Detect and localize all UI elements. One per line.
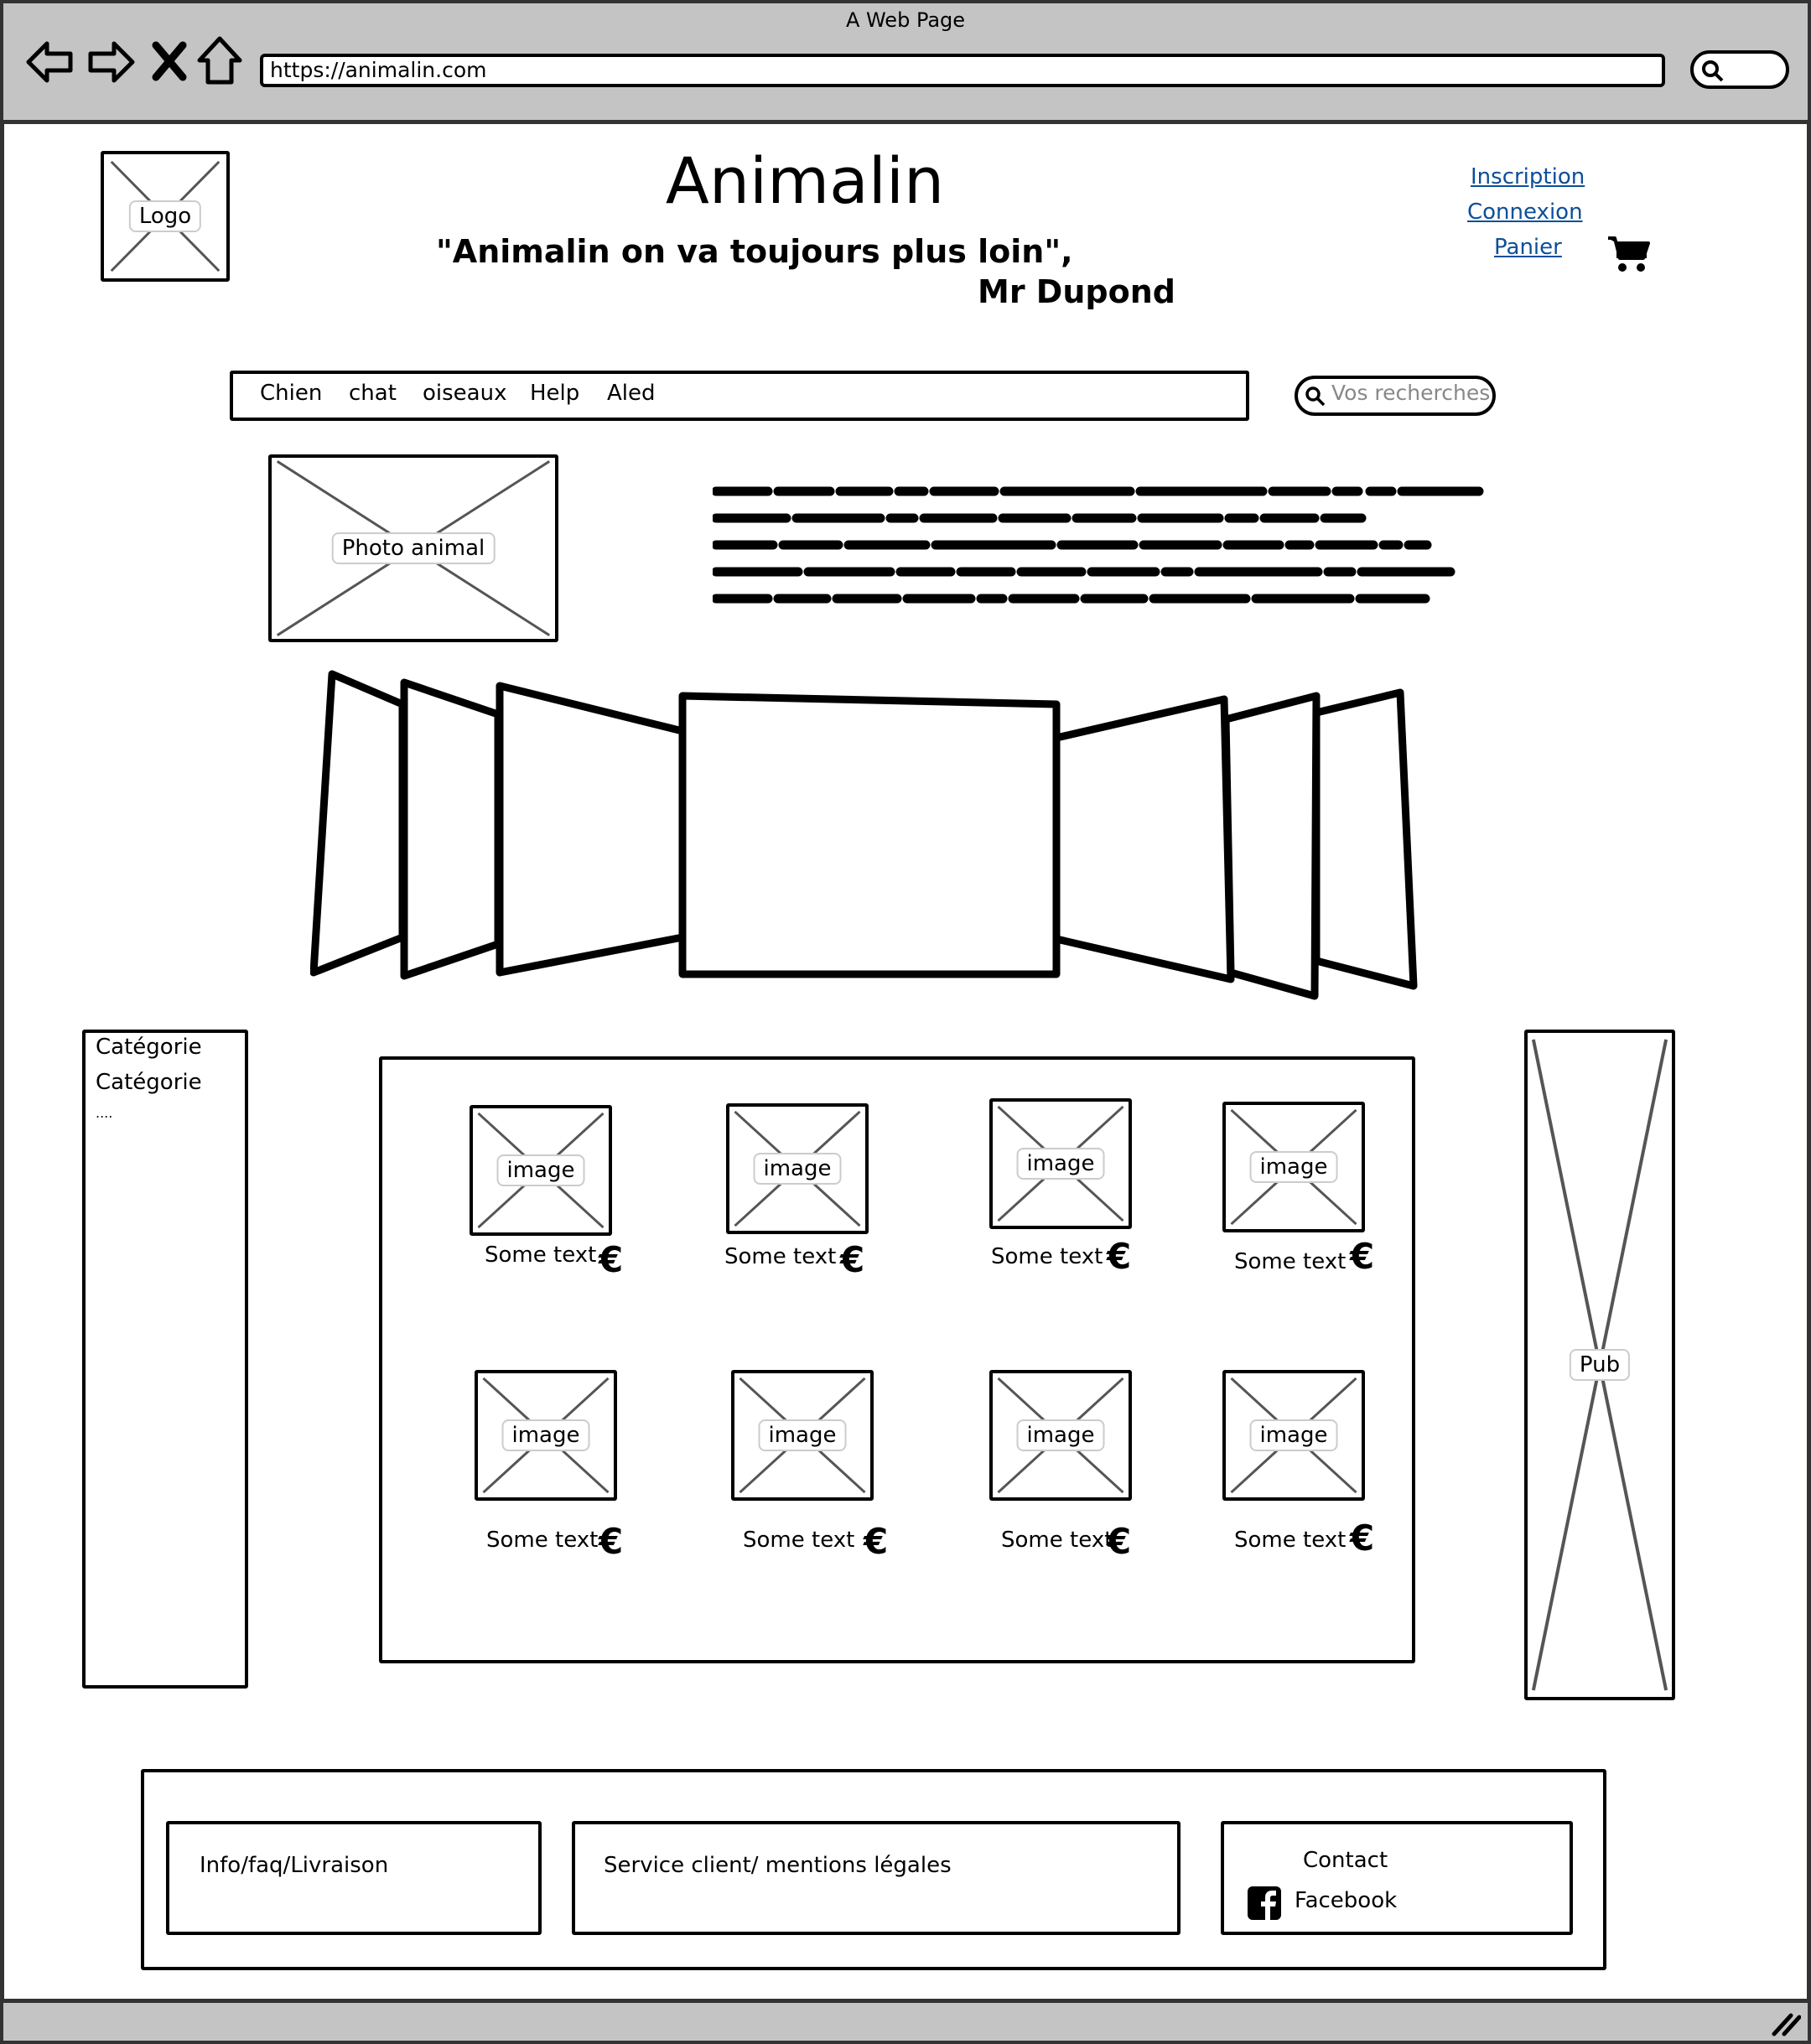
connexion-link[interactable]: Connexion — [1467, 200, 1583, 225]
euro-icon: € — [1350, 1517, 1375, 1559]
product-text: Some text — [1234, 1249, 1347, 1274]
nav-item-oiseaux[interactable]: oiseaux — [423, 381, 506, 406]
carousel-slide — [400, 678, 502, 980]
search-placeholder: Vos recherches — [1331, 381, 1491, 405]
shopping-cart-icon[interactable] — [1606, 235, 1650, 273]
carousel-slide — [1312, 688, 1418, 990]
product-image[interactable]: image — [475, 1370, 617, 1501]
url-text: https://animalin.com — [270, 58, 487, 82]
product-image[interactable]: image — [1222, 1102, 1365, 1232]
carousel-slide — [496, 682, 687, 977]
category-item[interactable]: Catégorie — [96, 1070, 202, 1095]
animal-photo-label: Photo animal — [331, 532, 496, 564]
product-text: Some text — [743, 1528, 855, 1553]
product-image-label: image — [501, 1419, 590, 1451]
browser-statusbar — [0, 1999, 1811, 2044]
intro-text-scribble — [711, 478, 1484, 612]
product-image-label: image — [496, 1154, 585, 1186]
product-image[interactable]: image — [470, 1105, 612, 1236]
product-image-label: image — [1016, 1419, 1105, 1451]
carousel-slide — [1222, 692, 1321, 1000]
product-image-label: image — [758, 1419, 847, 1451]
footer-contact-link[interactable]: Contact — [1303, 1848, 1388, 1873]
inscription-link[interactable]: Inscription — [1471, 164, 1585, 189]
image-carousel[interactable] — [309, 667, 1425, 1003]
carousel-slide — [1052, 695, 1235, 983]
footer-info-box[interactable] — [166, 1821, 542, 1935]
euro-icon: € — [599, 1239, 624, 1280]
logo: Logo — [101, 151, 230, 282]
product-text: Some text — [1234, 1528, 1347, 1553]
product-text: Some text — [991, 1244, 1103, 1269]
forward-icon[interactable] — [86, 37, 136, 87]
carousel-slide — [678, 692, 1061, 978]
site-title: Animalin — [665, 143, 945, 218]
product-image-label: image — [753, 1153, 842, 1185]
footer-facebook-link[interactable]: Facebook — [1295, 1888, 1397, 1913]
product-image[interactable]: image — [1222, 1370, 1365, 1501]
product-image[interactable]: image — [731, 1370, 874, 1501]
category-item[interactable]: Catégorie — [96, 1035, 202, 1060]
logo-label: Logo — [128, 200, 202, 232]
euro-icon: € — [840, 1239, 865, 1280]
quote-author: Mr Dupond — [978, 273, 1175, 310]
footer-service-link[interactable]: Service client/ mentions légales — [604, 1853, 952, 1878]
ad-label: Pub — [1569, 1349, 1631, 1381]
facebook-icon[interactable] — [1248, 1886, 1281, 1920]
footer-info-link[interactable]: Info/faq/Livraison — [200, 1853, 388, 1878]
euro-icon: € — [599, 1521, 624, 1562]
stop-icon[interactable] — [151, 40, 188, 82]
home-icon[interactable] — [196, 35, 243, 86]
euro-icon: € — [864, 1521, 889, 1562]
product-text: Some text — [486, 1528, 599, 1553]
euro-icon: € — [1350, 1236, 1375, 1277]
nav-item-chat[interactable]: chat — [349, 381, 397, 406]
back-icon[interactable] — [25, 37, 75, 87]
product-image[interactable]: image — [989, 1370, 1132, 1501]
product-image[interactable]: image — [989, 1098, 1132, 1229]
category-sidebar — [82, 1030, 248, 1689]
site-search-field[interactable]: Vos recherches — [1295, 376, 1496, 416]
product-image-label: image — [1249, 1151, 1338, 1183]
footer-service-box[interactable] — [572, 1821, 1181, 1935]
product-text: Some text — [485, 1242, 597, 1268]
search-icon — [1305, 386, 1326, 407]
product-image[interactable]: image — [726, 1103, 869, 1234]
panier-link[interactable]: Panier — [1494, 235, 1562, 260]
resize-grip-icon[interactable] — [1771, 2010, 1802, 2037]
search-icon — [1702, 60, 1724, 82]
window-title: A Web Page — [845, 8, 966, 32]
carousel-slide — [309, 670, 407, 977]
browser-search-field[interactable] — [1690, 50, 1789, 89]
euro-icon: € — [1107, 1236, 1132, 1277]
product-image-label: image — [1249, 1419, 1338, 1451]
product-text: Some text — [724, 1244, 837, 1269]
ad-banner[interactable]: Pub — [1524, 1030, 1675, 1700]
category-more[interactable]: .... — [96, 1105, 112, 1121]
nav-item-help[interactable]: Help — [530, 381, 579, 406]
nav-item-aled[interactable]: Aled — [607, 381, 656, 406]
product-text: Some text — [1001, 1528, 1113, 1553]
site-quote: "Animalin on va toujours plus loin", — [436, 233, 1073, 270]
animal-photo: Photo animal — [268, 454, 558, 642]
address-bar[interactable]: https://animalin.com — [260, 54, 1665, 87]
product-image-label: image — [1016, 1148, 1105, 1180]
euro-icon: € — [1107, 1521, 1132, 1562]
nav-item-chien[interactable]: Chien — [260, 381, 322, 406]
